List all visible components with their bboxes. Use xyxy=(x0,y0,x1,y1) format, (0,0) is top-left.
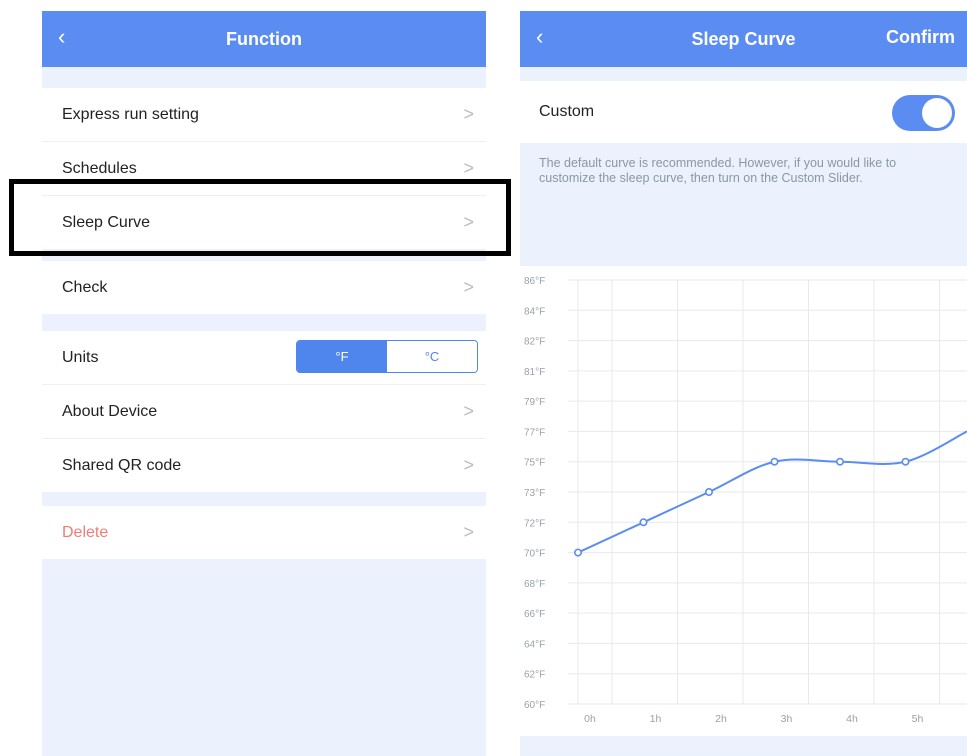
menu-group-settings: Units °F °C About Device > Shared QR cod… xyxy=(42,331,486,492)
menu-item-check[interactable]: Check > xyxy=(42,261,486,314)
chevron-right-icon: > xyxy=(463,158,474,178)
custom-toggle[interactable] xyxy=(892,95,955,131)
menu-group-check: Check > xyxy=(42,261,486,314)
y-tick-label: 72°F xyxy=(524,518,545,529)
custom-label: Custom xyxy=(539,103,595,120)
curve-point xyxy=(573,548,582,557)
unit-fahrenheit-button[interactable]: °F xyxy=(297,341,387,372)
y-tick-label: 64°F xyxy=(524,639,545,650)
chevron-right-icon: > xyxy=(463,104,474,124)
curve-point xyxy=(835,457,844,466)
x-tick-label: 3h xyxy=(781,713,793,725)
y-tick-label: 79°F xyxy=(524,397,545,408)
menu-item-shared-qr-code[interactable]: Shared QR code > xyxy=(42,439,486,492)
curve-point xyxy=(770,457,779,466)
y-tick-label: 75°F xyxy=(524,458,545,469)
toggle-knob xyxy=(922,98,952,128)
menu-item-label: Express run setting xyxy=(62,105,199,123)
curve-point xyxy=(639,518,648,527)
x-tick-label: 0h xyxy=(584,713,596,725)
chevron-right-icon: > xyxy=(463,401,474,421)
chevron-right-icon: > xyxy=(463,277,474,297)
page-title: Sleep Curve xyxy=(691,28,796,49)
custom-row: Custom xyxy=(520,81,967,143)
y-tick-label: 66°F xyxy=(524,609,545,620)
y-tick-label: 68°F xyxy=(524,579,545,590)
confirm-button[interactable]: Confirm xyxy=(886,27,955,48)
curve-point xyxy=(901,457,910,466)
menu-item-about-device[interactable]: About Device > xyxy=(42,385,486,439)
menu-item-label: Check xyxy=(62,278,108,296)
menu-item-label: Units xyxy=(62,348,99,366)
y-tick-label: 62°F xyxy=(524,670,545,681)
menu-group-delete: Delete > xyxy=(42,506,486,559)
sleep-curve-nav-bar: ‹ Sleep Curve Confirm xyxy=(520,11,967,67)
unit-celsius-button[interactable]: °C xyxy=(387,341,477,372)
function-nav-bar: ‹ Function xyxy=(42,11,486,67)
x-tick-label: 1h xyxy=(650,713,662,725)
x-tick-label: 5h xyxy=(912,713,924,725)
y-tick-label: 86°F xyxy=(524,276,545,287)
page-title: Function xyxy=(226,28,302,49)
menu-item-express-run[interactable]: Express run setting > xyxy=(42,88,486,142)
menu-item-schedules[interactable]: Schedules > xyxy=(42,142,486,196)
units-segmented-control: °F °C xyxy=(296,340,478,373)
menu-item-label: Schedules xyxy=(62,159,137,177)
menu-item-delete[interactable]: Delete > xyxy=(42,506,486,559)
menu-item-label: Shared QR code xyxy=(62,456,182,474)
y-tick-label: 82°F xyxy=(524,337,545,348)
description-text: The default curve is recommended. Howeve… xyxy=(539,156,897,185)
y-tick-label: 60°F xyxy=(524,700,545,711)
x-tick-label: 2h xyxy=(715,713,727,725)
menu-group-main: Express run setting > Schedules > Sleep … xyxy=(42,88,486,249)
sleep-curve-screen: ‹ Sleep Curve Confirm Custom The default… xyxy=(520,11,967,756)
y-tick-label: 84°F xyxy=(524,306,545,317)
chevron-right-icon: > xyxy=(463,212,474,232)
menu-item-units: Units °F °C xyxy=(42,331,486,385)
y-tick-label: 81°F xyxy=(524,367,545,378)
chevron-left-icon[interactable]: ‹ xyxy=(58,24,65,50)
menu-item-sleep-curve[interactable]: Sleep Curve > xyxy=(42,196,486,249)
chevron-right-icon: > xyxy=(463,455,474,475)
sleep-curve-chart: 60°F 62°F 64°F 66°F 68°F 70°F 72°F 73°F 75°F 77°F… xyxy=(520,266,967,736)
x-tick-label: 4h xyxy=(846,713,858,725)
menu-item-label: About Device xyxy=(62,402,158,420)
y-tick-label: 73°F xyxy=(524,488,545,499)
chevron-left-icon[interactable]: ‹ xyxy=(536,24,543,50)
menu-item-label: Sleep Curve xyxy=(62,213,151,231)
menu-item-label: Delete xyxy=(62,523,109,541)
curve-point xyxy=(705,488,714,497)
y-tick-label: 70°F xyxy=(524,549,545,560)
chart-svg: 60°F 62°F 64°F 66°F 68°F 70°F 72°F 73°F 75°F 77°F… xyxy=(524,276,967,725)
y-tick-label: 77°F xyxy=(524,427,545,438)
function-screen: ‹ Function Express run setting > Schedul… xyxy=(42,11,486,756)
chevron-right-icon: > xyxy=(463,522,474,542)
